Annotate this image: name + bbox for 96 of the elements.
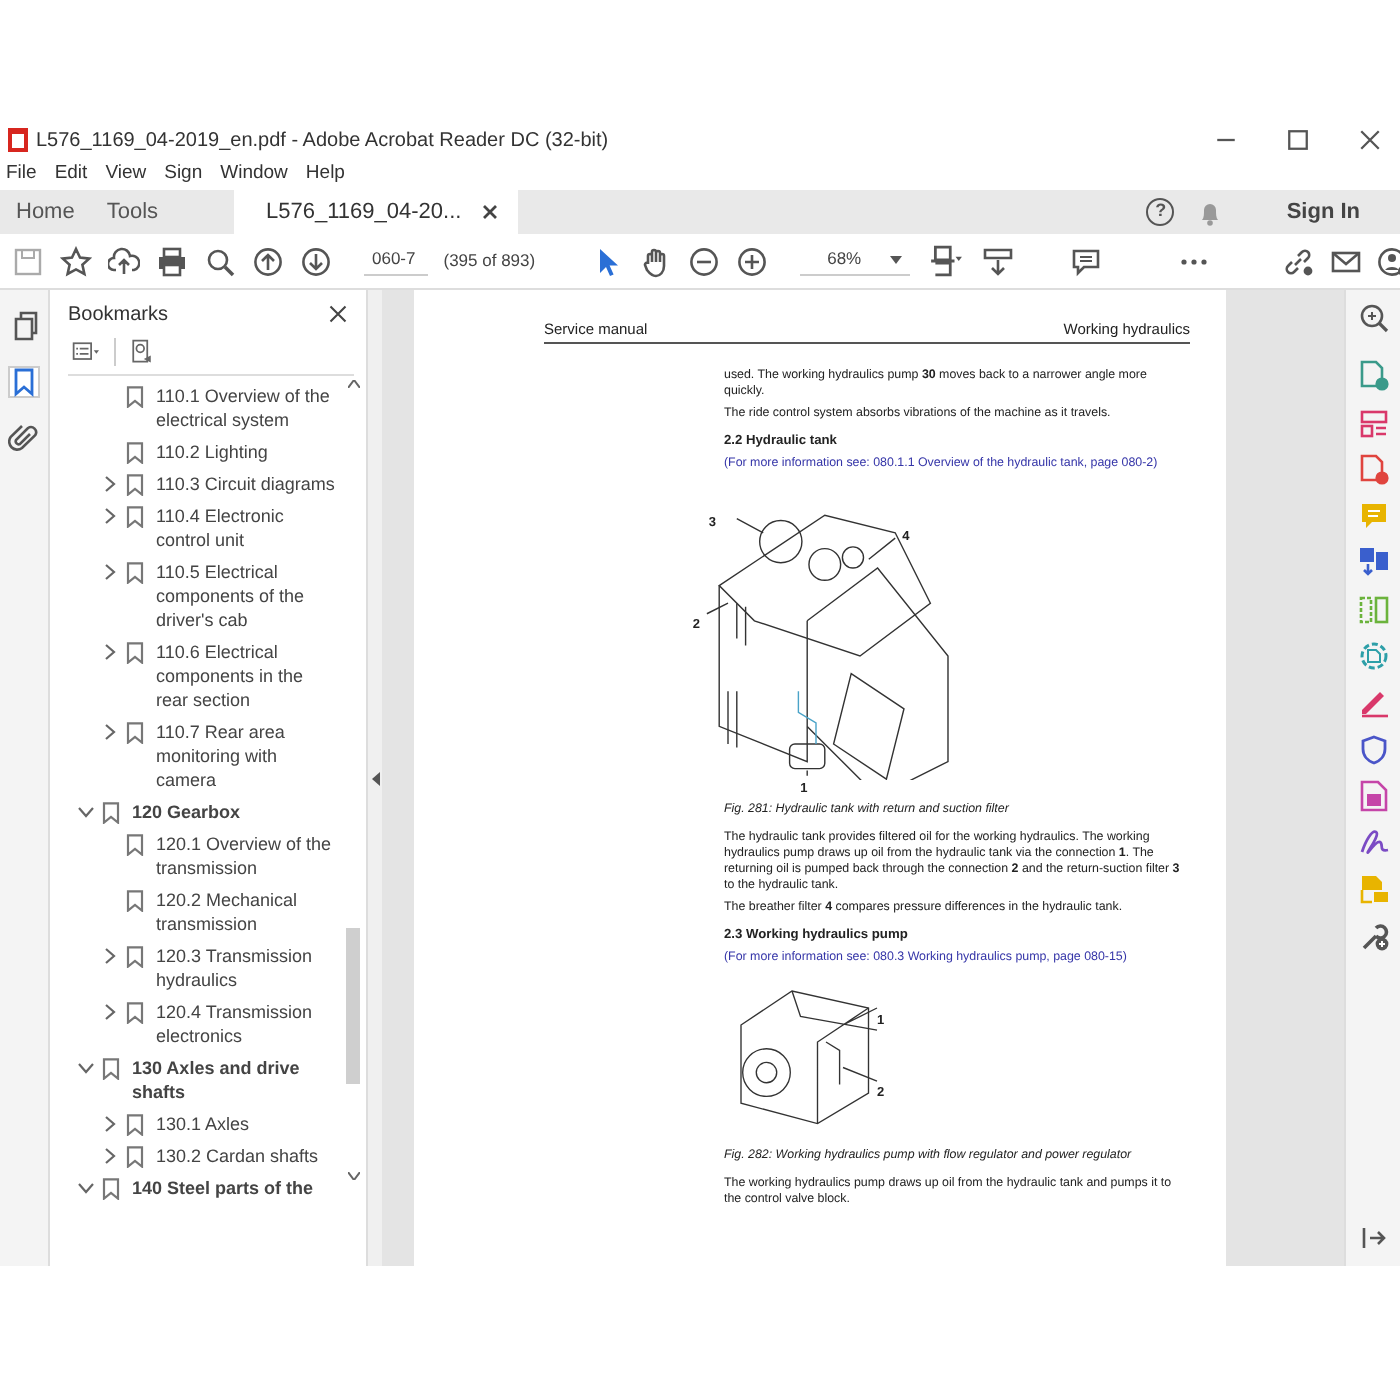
form-document-icon[interactable] bbox=[1357, 779, 1389, 812]
comment-icon[interactable] bbox=[1069, 245, 1102, 277]
bookmark-icon bbox=[125, 641, 143, 663]
scroll-down-icon[interactable] bbox=[348, 1172, 360, 1180]
wrench-plus-icon[interactable] bbox=[1357, 919, 1389, 952]
tab[interactable]: Tools bbox=[90, 190, 175, 234]
bookmark-label[interactable]: 140 Steel parts of the bbox=[132, 1176, 314, 1200]
bookmark-icon bbox=[125, 945, 143, 967]
bookmark-label[interactable]: 110.5 Electrical components of the driver's cab bbox=[156, 560, 336, 632]
document-badge-icon[interactable] bbox=[1357, 360, 1389, 393]
window-title: L576_1169_04-2019_en.pdf - Adobe Acrobat Reader DC (32-bit) bbox=[36, 127, 609, 155]
bookmark-icon bbox=[125, 441, 143, 463]
bookmark-icon bbox=[125, 721, 143, 743]
tab[interactable]: L576_1169_04-20... bbox=[234, 190, 518, 234]
bookmark-label[interactable]: 120.4 Transmission electronics bbox=[156, 1000, 336, 1048]
bookmark-icon bbox=[125, 833, 143, 855]
bookmark-label[interactable]: 120.1 Overview of the transmission bbox=[156, 832, 336, 880]
zoom-search-icon[interactable] bbox=[204, 245, 236, 277]
bookmark-icon bbox=[125, 385, 143, 407]
menu-item[interactable]: Edit bbox=[54, 160, 88, 190]
expand-chevron-icon[interactable] bbox=[100, 946, 120, 966]
signature-icon[interactable] bbox=[1357, 826, 1389, 859]
expand-chevron-icon[interactable] bbox=[100, 1002, 120, 1022]
document-badge-icon[interactable] bbox=[1357, 453, 1389, 486]
page-fit-icon[interactable] bbox=[925, 244, 966, 278]
sign-in-button[interactable]: Sign In bbox=[1270, 195, 1376, 229]
bookmark-label[interactable]: 110.7 Rear area monitoring with camera bbox=[156, 720, 336, 792]
scroll-up-icon[interactable] bbox=[348, 380, 360, 388]
menu-item[interactable]: Help bbox=[305, 160, 345, 190]
menu-item[interactable]: Sign bbox=[164, 160, 203, 190]
close-icon[interactable] bbox=[481, 204, 498, 220]
document-seal-icon[interactable] bbox=[1357, 640, 1389, 673]
bookmark-label[interactable]: 120.2 Mechanical transmission bbox=[156, 888, 336, 936]
expand-chevron-icon[interactable] bbox=[100, 562, 120, 582]
pdf-file-icon bbox=[8, 128, 28, 152]
pen-icon[interactable] bbox=[1357, 686, 1389, 719]
bookmark-icon bbox=[125, 1001, 143, 1023]
bookmark-icon bbox=[101, 1057, 119, 1079]
find-bookmark-icon[interactable] bbox=[128, 338, 156, 366]
bookmark-label[interactable]: 110.3 Circuit diagrams bbox=[156, 472, 335, 496]
layout-icon[interactable] bbox=[1357, 407, 1389, 440]
help-button[interactable]: ? bbox=[1146, 198, 1175, 226]
bookmark-icon bbox=[101, 1177, 119, 1199]
paperclip-icon[interactable] bbox=[8, 422, 40, 454]
bookmark-icon bbox=[125, 505, 143, 527]
page-number-field[interactable]: 060-7 bbox=[364, 246, 428, 276]
document-arrow-icon[interactable] bbox=[1357, 546, 1389, 579]
panel-title: Bookmarks bbox=[68, 301, 169, 329]
tab[interactable]: Home bbox=[0, 190, 91, 234]
menu-item[interactable]: View bbox=[105, 160, 147, 190]
maximize-button[interactable] bbox=[1284, 126, 1312, 154]
bookmark-label[interactable]: 110.1 Overview of the electrical system bbox=[156, 384, 336, 432]
close-icon[interactable] bbox=[326, 302, 350, 326]
zoom-dropdown[interactable]: 68% bbox=[799, 246, 910, 276]
menu-item[interactable]: Window bbox=[220, 160, 288, 190]
bookmark-icon bbox=[101, 801, 119, 823]
page-count: (395 of 893) bbox=[443, 248, 536, 274]
print-icon[interactable] bbox=[156, 245, 188, 277]
expand-chevron-icon[interactable] bbox=[100, 506, 120, 526]
bookmark-icon bbox=[125, 561, 143, 583]
expand-chevron-icon[interactable] bbox=[100, 474, 120, 494]
expand-panel-icon[interactable] bbox=[1357, 1222, 1389, 1254]
bookmark-label[interactable]: 120 Gearbox bbox=[132, 800, 241, 824]
expand-chevron-icon[interactable] bbox=[100, 1146, 120, 1166]
bookmark-icon bbox=[125, 889, 143, 911]
bookmark-label[interactable]: 110.6 Electrical components in the rear section bbox=[156, 640, 336, 712]
cloud-upload-icon[interactable] bbox=[108, 245, 140, 277]
bookmark-label[interactable]: 110.2 Lighting bbox=[156, 440, 268, 464]
collapse-chevron-icon[interactable] bbox=[76, 1178, 96, 1198]
share-link-icon[interactable] bbox=[1281, 245, 1314, 277]
bookmark-label[interactable]: 120.3 Transmission hydraulics bbox=[156, 944, 336, 992]
scroll-mode-icon[interactable] bbox=[981, 245, 1014, 277]
zoom-out-icon[interactable] bbox=[687, 245, 720, 277]
caret-icon bbox=[889, 255, 902, 263]
bookmark-label[interactable]: 130 Axles and drive shafts bbox=[132, 1056, 324, 1104]
expand-chevron-icon[interactable] bbox=[100, 642, 120, 662]
collapse-chevron-icon[interactable] bbox=[76, 1058, 96, 1078]
menu-item[interactable]: File bbox=[6, 160, 37, 190]
close-button[interactable] bbox=[1356, 126, 1384, 154]
bookmark-icon[interactable] bbox=[8, 366, 40, 398]
bookmark-label[interactable]: 130.2 Cardan shafts bbox=[156, 1144, 319, 1168]
bookmark-icon bbox=[125, 473, 143, 495]
star-icon[interactable] bbox=[60, 245, 92, 277]
bookmark-icon bbox=[125, 1145, 143, 1167]
zoom-search-icon[interactable] bbox=[1357, 302, 1389, 334]
expand-chevron-icon[interactable] bbox=[100, 722, 120, 742]
expand-chevron-icon[interactable] bbox=[100, 1114, 120, 1134]
list-options-icon[interactable] bbox=[68, 338, 102, 366]
bookmark-label[interactable]: 110.4 Electronic control unit bbox=[156, 504, 336, 552]
scrollbar-thumb[interactable] bbox=[346, 928, 360, 1084]
collapse-chevron-icon[interactable] bbox=[76, 802, 96, 822]
zoom-in-icon[interactable] bbox=[735, 245, 768, 277]
bookmark-label[interactable]: 130.1 Axles bbox=[156, 1112, 250, 1136]
bookmark-icon bbox=[125, 1113, 143, 1135]
user-add-icon[interactable] bbox=[1377, 245, 1400, 277]
shield-icon[interactable] bbox=[1357, 733, 1389, 766]
